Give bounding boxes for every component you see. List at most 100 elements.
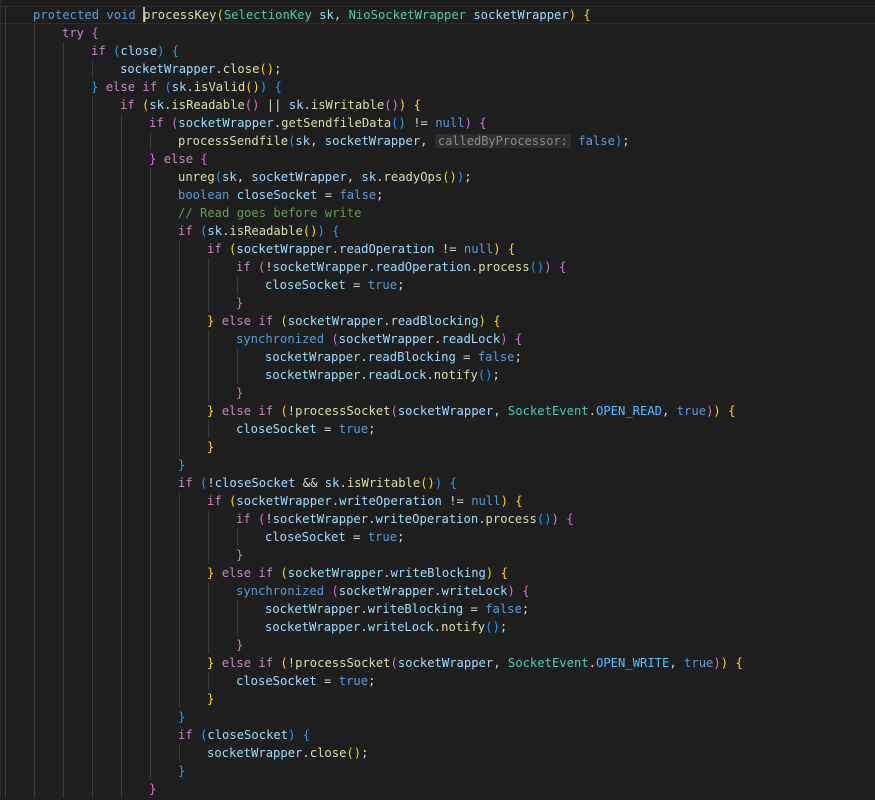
code-content: } — [236, 546, 243, 564]
bracket-token: ( — [280, 566, 288, 580]
code-line[interactable]: socketWrapper.writeLock.notify(); — [0, 618, 875, 636]
code-line[interactable]: if (!socketWrapper.writeOperation.proces… — [0, 510, 875, 528]
bracket-token: ( — [280, 314, 288, 328]
code-line[interactable]: if (socketWrapper.readOperation != null)… — [0, 240, 875, 258]
indent-guide — [34, 384, 35, 402]
code-text: = — [317, 188, 340, 202]
code-line[interactable]: socketWrapper.close(); — [0, 60, 875, 78]
code-line[interactable]: } — [0, 762, 875, 780]
identifier-token: closeSocket — [265, 278, 346, 292]
indent-guide — [34, 60, 35, 78]
indent-guide — [34, 132, 35, 150]
control-keyword-token: if — [91, 44, 106, 58]
identifier-token: sk — [319, 8, 334, 22]
bracket-token: () — [259, 62, 275, 76]
code-line[interactable]: } — [0, 690, 875, 708]
indent-guide — [92, 474, 93, 492]
code-line[interactable]: } — [0, 438, 875, 456]
identifier-token: socketWrapper — [287, 314, 384, 328]
code-line[interactable]: } — [0, 546, 875, 564]
code-text: . — [588, 404, 596, 418]
identifier-token: closeSocket — [214, 476, 296, 490]
indent-guide — [121, 204, 122, 222]
control-keyword-token: if — [236, 260, 251, 274]
bracket-token: ) — [544, 260, 552, 274]
code-line[interactable]: closeSocket = true; — [0, 420, 875, 438]
indent-guide — [92, 456, 93, 474]
code-text: ! — [287, 404, 296, 418]
indent-guide — [63, 672, 64, 690]
code-line[interactable]: processSendfile(sk, socketWrapper, calle… — [0, 132, 875, 150]
method-token: isValid — [193, 80, 246, 94]
code-line[interactable]: } else if (!processSocket(socketWrapper,… — [0, 654, 875, 672]
code-line[interactable]: } else if (!processSocket(socketWrapper,… — [0, 402, 875, 420]
code-content: if (socketWrapper.getSendfileData() != n… — [149, 114, 487, 132]
indent-guide — [34, 222, 35, 240]
code-text: = — [316, 422, 339, 436]
indent-guide — [5, 258, 6, 276]
code-line[interactable]: if (closeSocket) { — [0, 726, 875, 744]
code-line[interactable]: closeSocket = true; — [0, 528, 875, 546]
method-token: isWritable — [346, 476, 421, 490]
code-line[interactable]: } else if (socketWrapper.readBlocking) { — [0, 312, 875, 330]
indent-guide — [121, 384, 122, 402]
code-line[interactable]: closeSocket = true; — [0, 672, 875, 690]
indent-guide — [237, 366, 238, 384]
code-line[interactable]: synchronized (socketWrapper.writeLock) { — [0, 582, 875, 600]
indent-guide — [34, 744, 35, 762]
indent-guide — [63, 312, 64, 330]
bracket-token: () — [384, 98, 399, 112]
code-text: = — [345, 530, 368, 544]
code-line[interactable]: boolean closeSocket = false; — [0, 186, 875, 204]
code-content: } else { — [149, 150, 208, 168]
indent-guide — [150, 510, 151, 528]
indent-guide — [34, 276, 35, 294]
code-line[interactable]: } — [0, 708, 875, 726]
code-line[interactable]: socketWrapper.readLock.notify(); — [0, 366, 875, 384]
code-line[interactable]: if (socketWrapper.getSendfileData() != n… — [0, 114, 875, 132]
indent-guide — [179, 546, 180, 564]
control-keyword-token: else — [221, 314, 252, 328]
code-text: != — [405, 116, 436, 130]
code-line[interactable]: if (sk.isReadable() || sk.isWritable()) … — [0, 96, 875, 114]
indent-guide — [150, 348, 151, 366]
code-line[interactable]: if (!closeSocket && sk.isWritable()) { — [0, 474, 875, 492]
code-line[interactable]: if (close) { — [0, 42, 875, 60]
indent-guide — [34, 762, 35, 780]
code-line[interactable]: } — [0, 294, 875, 312]
code-line[interactable]: } else if (sk.isValid()) { — [0, 78, 875, 96]
code-line[interactable]: } — [0, 636, 875, 654]
bracket-token: () — [302, 224, 318, 238]
indent-guide — [92, 60, 93, 78]
indent-guide — [208, 384, 209, 402]
indent-guide — [63, 60, 64, 78]
bracket-token: () — [346, 746, 362, 760]
code-line[interactable]: protected void processKey(SelectionKey s… — [0, 6, 875, 24]
bracket-token: { — [413, 98, 421, 112]
indent-guide — [208, 276, 209, 294]
code-line[interactable]: closeSocket = true; — [0, 276, 875, 294]
code-line[interactable]: if (sk.isReadable()) { — [0, 222, 875, 240]
code-line[interactable]: try { — [0, 24, 875, 42]
code-line[interactable]: socketWrapper.readBlocking = false; — [0, 348, 875, 366]
code-line[interactable]: } — [0, 384, 875, 402]
indent-guide — [92, 186, 93, 204]
code-line[interactable]: synchronized (socketWrapper.readLock) { — [0, 330, 875, 348]
bracket-token: { — [449, 476, 457, 490]
code-line[interactable]: } else { — [0, 150, 875, 168]
indent-guide — [63, 78, 64, 96]
code-line[interactable]: if (socketWrapper.writeOperation != null… — [0, 492, 875, 510]
code-line[interactable]: socketWrapper.close(); — [0, 744, 875, 762]
code-line[interactable]: // Read goes before write — [0, 204, 875, 222]
code-line[interactable]: unreg(sk, socketWrapper, sk.readyOps()); — [0, 168, 875, 186]
indent-guide — [34, 240, 35, 258]
code-line[interactable]: } — [0, 780, 875, 798]
code-line[interactable]: } else if (socketWrapper.writeBlocking) … — [0, 564, 875, 582]
code-line[interactable]: socketWrapper.writeBlocking = false; — [0, 600, 875, 618]
code-lines[interactable]: protected void processKey(SelectionKey s… — [0, 6, 875, 798]
code-line[interactable]: if (!socketWrapper.readOperation.process… — [0, 258, 875, 276]
code-line[interactable]: } — [0, 456, 875, 474]
code-editor[interactable]: protected void processKey(SelectionKey s… — [0, 0, 875, 800]
